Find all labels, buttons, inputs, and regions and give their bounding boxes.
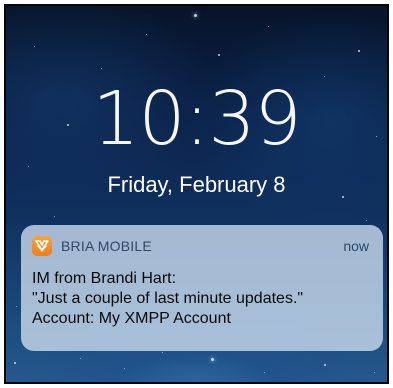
notification-body: IM from Brandi Hart: "Just a couple of l… [32, 269, 373, 329]
notification-app-name: BRIA MOBILE [61, 238, 152, 254]
notification-title: IM from Brandi Hart: [32, 270, 177, 287]
bria-app-icon [32, 236, 52, 256]
bria-notification-card[interactable]: BRIA MOBILE now IM from Brandi Hart: "Ju… [21, 225, 383, 351]
notification-account: Account: My XMPP Account [32, 310, 231, 327]
notification-timestamp: now [343, 238, 369, 254]
lock-screen-clock: 10:39 [92, 76, 301, 162]
notification-header: BRIA MOBILE now [21, 225, 383, 261]
lock-screen-date: Friday, February 8 [107, 172, 286, 197]
notification-message: "Just a couple of last minute updates." [32, 290, 304, 307]
